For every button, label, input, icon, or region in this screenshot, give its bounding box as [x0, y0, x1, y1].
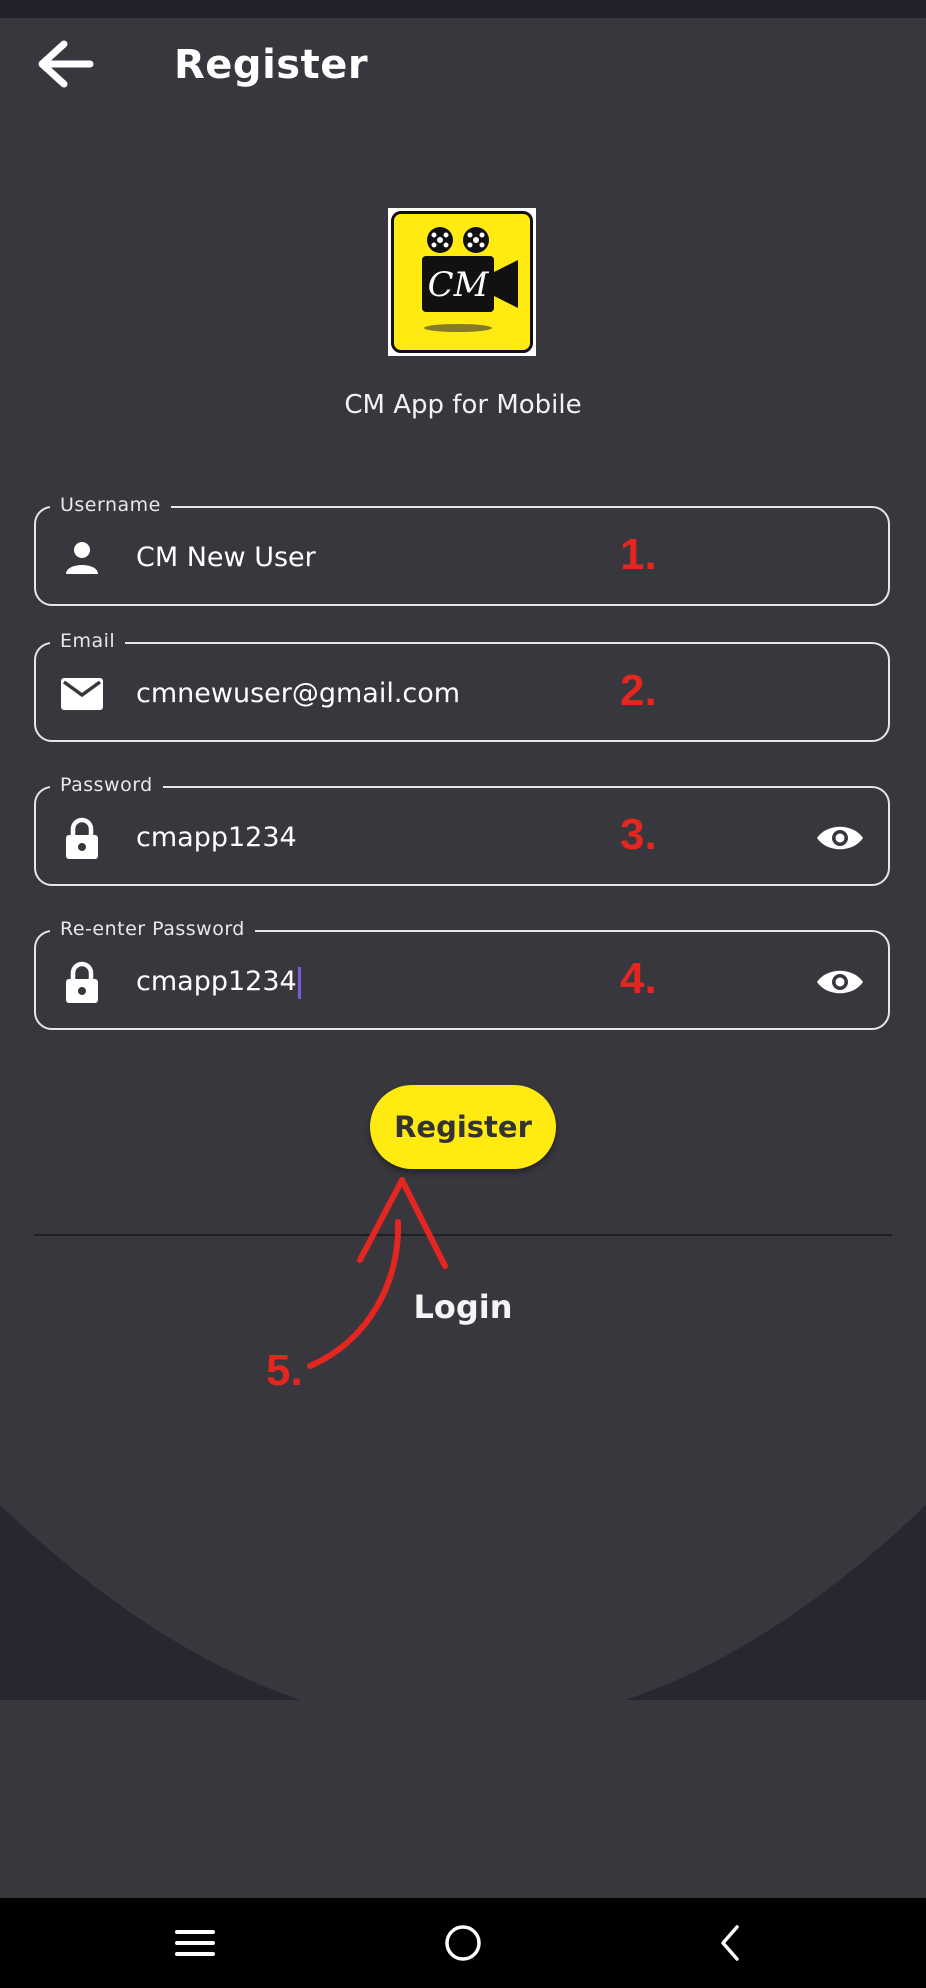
menu-lines-icon [175, 1930, 215, 1956]
annotation-marker-5: 5. [266, 1346, 303, 1395]
reenter-password-field[interactable]: Re-enter Password cmapp1234 4. [34, 918, 890, 1030]
lock-icon [60, 960, 104, 1004]
camera-logo-icon: CM [422, 227, 518, 332]
username-label: Username [50, 494, 171, 516]
username-input[interactable]: CM New User [136, 536, 316, 580]
username-field[interactable]: Username CM New User 1. [34, 494, 890, 606]
reenter-password-visibility-toggle[interactable] [814, 962, 866, 1002]
email-label: Email [50, 630, 126, 652]
email-field[interactable]: Email cmnewuser@gmail.com 2. [34, 630, 890, 742]
chevron-left-icon [721, 1925, 739, 1961]
password-input[interactable]: cmapp1234 [136, 816, 297, 860]
password-field[interactable]: Password cmapp1234 3. [34, 774, 890, 886]
app-bar: Register [0, 18, 926, 114]
annotation-marker-2: 2. [620, 666, 657, 715]
svg-text:CM: CM [428, 265, 490, 305]
person-icon [60, 536, 104, 580]
envelope-icon [60, 672, 104, 716]
annotation-marker-3: 3. [620, 810, 657, 859]
text-caret [297, 966, 301, 999]
arrow-left-icon [38, 40, 94, 88]
annotation-marker-1: 1. [620, 530, 657, 579]
eye-icon [817, 826, 863, 850]
reenter-password-input[interactable]: cmapp1234 [136, 960, 301, 1004]
status-bar [0, 0, 926, 18]
password-visibility-toggle[interactable] [814, 818, 866, 858]
email-input[interactable]: cmnewuser@gmail.com [136, 672, 460, 716]
back-button[interactable] [30, 34, 100, 94]
nav-back-button[interactable] [700, 1916, 760, 1970]
page-title: Register [174, 42, 369, 88]
app-caption: CM App for Mobile [344, 390, 582, 420]
app-logo: CM [388, 208, 536, 356]
nav-recent-button[interactable] [165, 1916, 225, 1970]
password-label: Password [50, 774, 163, 796]
system-nav-bar [0, 1898, 926, 1988]
reenter-password-label: Re-enter Password [50, 918, 255, 940]
lock-icon [60, 816, 104, 860]
circle-home-icon [445, 1925, 481, 1961]
reenter-password-value: cmapp1234 [136, 966, 297, 997]
eye-icon [817, 970, 863, 994]
nav-home-button[interactable] [433, 1916, 493, 1970]
register-button[interactable]: Register [370, 1085, 556, 1169]
annotation-marker-4: 4. [620, 954, 657, 1003]
